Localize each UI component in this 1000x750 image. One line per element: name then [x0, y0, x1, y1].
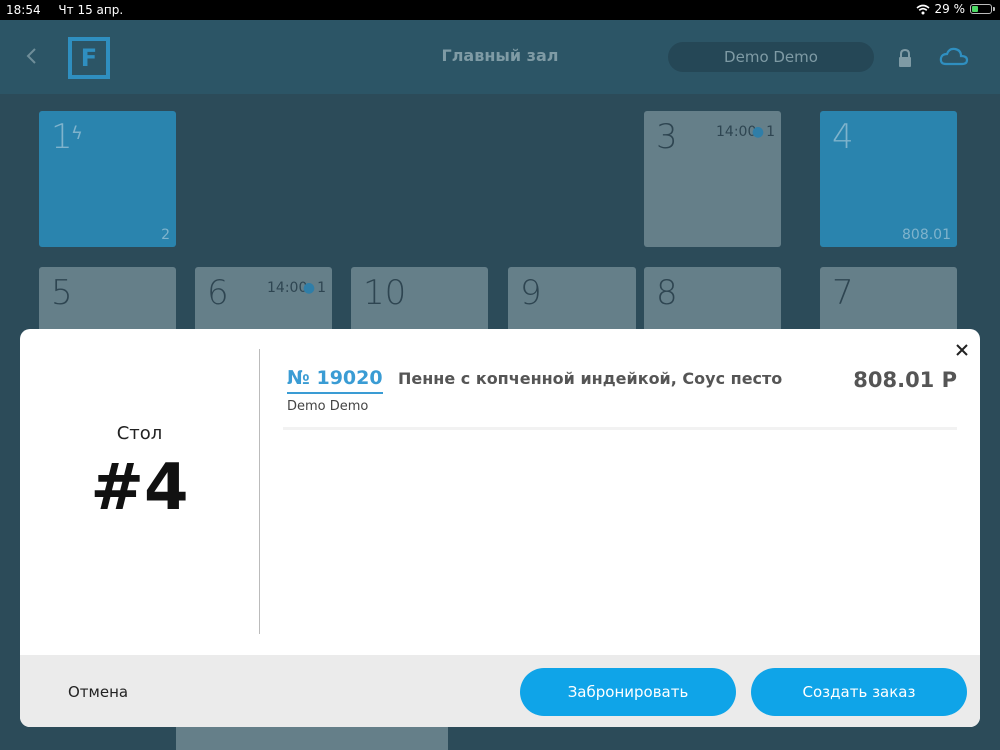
create-order-button[interactable]: Создать заказ [751, 668, 967, 716]
table-tile-1[interactable]: 1 ϟ 2 [39, 111, 176, 247]
modal-footer: Отмена Забронировать Создать заказ [20, 655, 980, 727]
table-tile-number: 6 [207, 273, 229, 313]
table-tile-number: 7 [832, 273, 854, 313]
guest-count: 1 [317, 280, 326, 296]
table-tile-guests: ● 1 [303, 280, 326, 296]
person-icon: ● [302, 280, 316, 296]
wifi-icon [915, 4, 930, 14]
table-label: Стол [116, 423, 163, 444]
cloud-icon[interactable] [938, 46, 970, 68]
table-tile-time: 14:00 [716, 124, 757, 140]
table-tile-number: 5 [51, 273, 73, 313]
table-tile-partial [176, 725, 448, 750]
table-tile-10[interactable]: 10 [351, 267, 488, 337]
battery-icon [970, 4, 995, 14]
order-dish: Пенне с копченной индейкой, Соус песто [398, 369, 783, 388]
order-price: 808.01 Р [853, 368, 957, 392]
table-tile-number: 4 [832, 117, 854, 157]
table-tile-5[interactable]: 5 [39, 267, 176, 337]
app-header: F Главный зал Demo Demo [0, 20, 1000, 94]
status-date: Чт 15 апр. [58, 3, 124, 17]
table-tile-9[interactable]: 9 [508, 267, 636, 337]
battery-percent: 29 % [934, 2, 966, 16]
order-number-link[interactable]: № 19020 [287, 367, 383, 394]
table-tile-number: 8 [656, 273, 678, 313]
order-waiter: Demo Demo [287, 399, 369, 414]
table-tile-8[interactable]: 8 [644, 267, 781, 337]
table-tile-sum: 808.01 [902, 227, 951, 243]
table-tile-guests: ● 1 [752, 124, 775, 140]
table-tile-6[interactable]: 6 14:00 ● 1 [195, 267, 332, 337]
table-tile-number: 3 [656, 117, 678, 157]
table-tile-time: 14:00 [267, 280, 308, 296]
table-info-panel: Стол #4 [20, 329, 259, 655]
table-tile-guests: 2 [161, 227, 170, 243]
vertical-divider [259, 349, 260, 634]
reserve-button[interactable]: Забронировать [520, 668, 736, 716]
table-tile-4[interactable]: 4 808.01 [820, 111, 957, 247]
table-tile-number: 9 [520, 273, 542, 313]
lightning-icon: ϟ [71, 123, 83, 144]
table-modal: Стол #4 № 19020 Пенне с копченной индейк… [20, 329, 980, 727]
lock-icon[interactable] [896, 48, 914, 68]
user-pill[interactable]: Demo Demo [668, 42, 874, 72]
table-tile-3[interactable]: 3 14:00 ● 1 [644, 111, 781, 247]
status-time: 18:54 [6, 3, 41, 17]
table-number: #4 [90, 451, 189, 525]
guest-count: 1 [766, 124, 775, 140]
close-icon[interactable] [953, 341, 971, 359]
cancel-button[interactable]: Отмена [68, 683, 128, 701]
table-tile-number: 1 [51, 117, 73, 157]
table-tile-number: 10 [363, 273, 407, 313]
status-bar: 18:54 Чт 15 апр. 29 % [0, 0, 1000, 20]
person-icon: ● [751, 124, 765, 140]
order-row[interactable]: № 19020 Пенне с копченной индейкой, Соус… [283, 361, 957, 430]
table-tile-7[interactable]: 7 [820, 267, 957, 337]
